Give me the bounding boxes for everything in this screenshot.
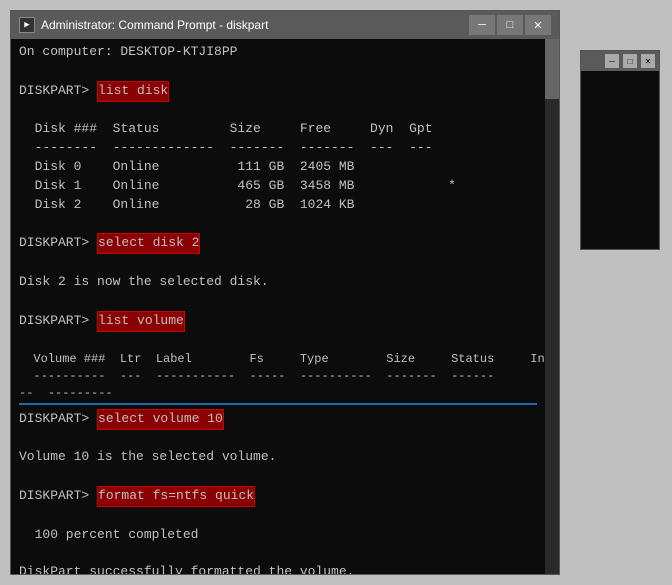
disk-row-2: Disk 2 Online 28 GB 1024 KB xyxy=(19,196,537,215)
cmd-list-volume: list volume xyxy=(97,311,185,332)
cmd-icon-symbol: ▶ xyxy=(24,20,29,30)
bg-maximize-button[interactable]: □ xyxy=(623,54,637,68)
blank-3 xyxy=(19,215,537,234)
computer-line: On computer: DESKTOP-KTJI8PP xyxy=(19,43,537,62)
disk-divider: -------- ------------- ------- ------- -… xyxy=(19,139,537,158)
cmd-format: format fs=ntfs quick xyxy=(97,486,255,507)
blank-2 xyxy=(19,102,537,121)
titlebar: ▶ Administrator: Command Prompt - diskpa… xyxy=(11,11,559,39)
format-progress: 100 percent completed xyxy=(19,526,537,545)
prompt-2: DISKPART> xyxy=(19,234,97,253)
bg-close-button[interactable]: ✕ xyxy=(641,54,655,68)
prompt-3: DISKPART> xyxy=(19,312,97,331)
blank-9 xyxy=(19,507,537,526)
prompt-select-volume: DISKPART> select volume 10 xyxy=(19,409,537,430)
bg-minimize-button[interactable]: ─ xyxy=(605,54,619,68)
select-volume-result: Volume 10 is the selected volume. xyxy=(19,448,537,467)
disk-row-1: Disk 1 Online 465 GB 3458 MB * xyxy=(19,177,537,196)
titlebar-left: ▶ Administrator: Command Prompt - diskpa… xyxy=(19,17,268,33)
prompt-format: DISKPART> format fs=ntfs quick xyxy=(19,486,537,507)
window-title: Administrator: Command Prompt - diskpart xyxy=(41,18,268,32)
prompt-list-disk: DISKPART> list disk xyxy=(19,81,537,102)
blank-1 xyxy=(19,62,537,81)
disk-header: Disk ### Status Size Free Dyn Gpt xyxy=(19,120,537,139)
main-window: ▶ Administrator: Command Prompt - diskpa… xyxy=(10,10,560,575)
volume-header: Volume ### Ltr Label Fs Type Size Status… xyxy=(19,351,537,368)
prompt-select-disk: DISKPART> select disk 2 xyxy=(19,233,537,254)
blank-5 xyxy=(19,292,537,311)
cmd-icon: ▶ xyxy=(19,17,35,33)
maximize-button[interactable]: □ xyxy=(497,15,523,35)
blank-10 xyxy=(19,545,537,564)
blank-7 xyxy=(19,430,537,449)
blank-8 xyxy=(19,467,537,486)
background-window-titlebar: ─ □ ✕ xyxy=(581,51,659,71)
background-window: ─ □ ✕ xyxy=(580,50,660,250)
minimize-button[interactable]: ─ xyxy=(469,15,495,35)
prompt-4: DISKPART> xyxy=(19,410,97,429)
select-disk-result: Disk 2 is now the selected disk. xyxy=(19,273,537,292)
blank-4 xyxy=(19,254,537,273)
window-controls: ─ □ ✕ xyxy=(469,15,551,35)
blank-6 xyxy=(19,332,537,351)
prompt-list-volume: DISKPART> list volume xyxy=(19,311,537,332)
disk-row-0: Disk 0 Online 111 GB 2405 MB xyxy=(19,158,537,177)
terminal-body[interactable]: On computer: DESKTOP-KTJI8PP DISKPART> l… xyxy=(11,39,559,574)
prompt-5: DISKPART> xyxy=(19,487,97,506)
cmd-select-volume: select volume 10 xyxy=(97,409,224,430)
scrollbar-thumb[interactable] xyxy=(545,39,559,99)
prompt-1: DISKPART> xyxy=(19,82,97,101)
volume-divider2: -- --------- xyxy=(19,385,537,402)
format-result: DiskPart successfully formatted the volu… xyxy=(19,563,537,574)
scrollbar[interactable] xyxy=(545,39,559,574)
cmd-select-disk: select disk 2 xyxy=(97,233,200,254)
close-button[interactable]: ✕ xyxy=(525,15,551,35)
cmd-list-disk: list disk xyxy=(97,81,169,102)
volume-divider: ---------- --- ----------- ----- -------… xyxy=(19,368,537,385)
